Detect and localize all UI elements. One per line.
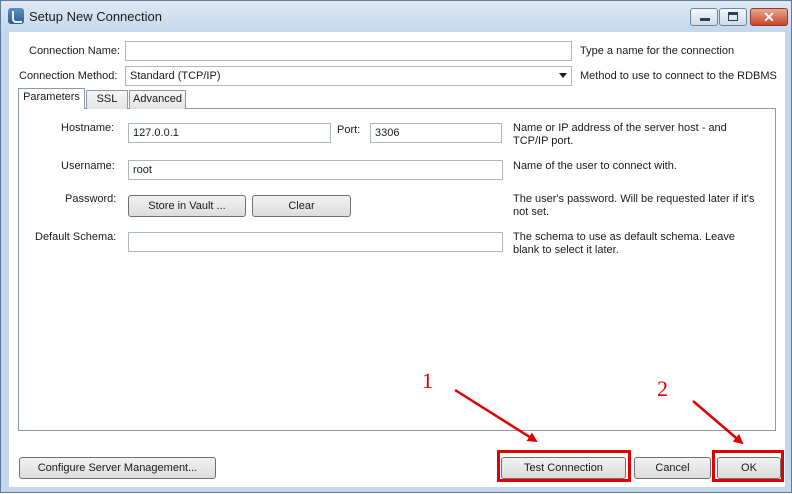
arrow-to-test-connection	[454, 388, 538, 443]
setup-connection-window: Setup New Connection ✕ Connection Name: …	[0, 0, 792, 493]
arrow-to-ok	[692, 400, 744, 445]
annotation-arrows	[454, 388, 744, 445]
